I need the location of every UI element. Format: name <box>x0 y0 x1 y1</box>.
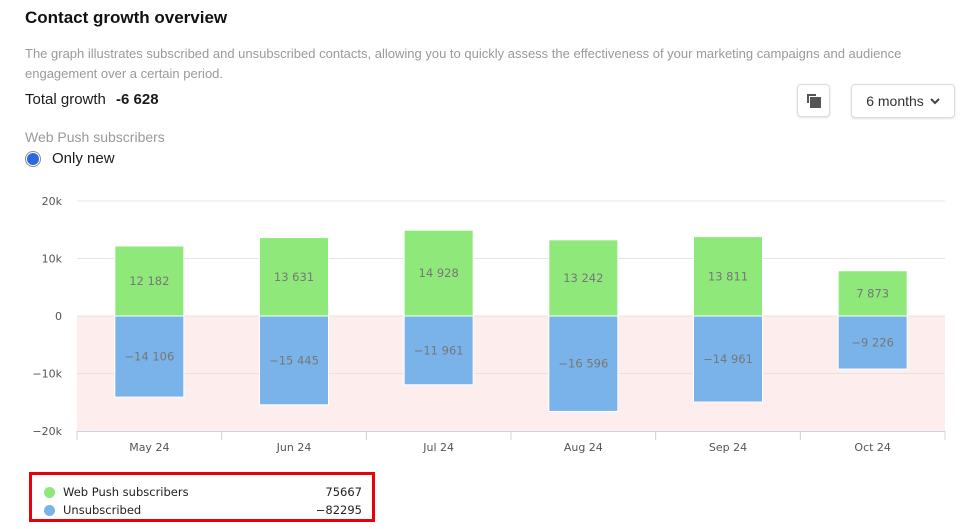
total-growth-label: Total growth <box>25 91 106 108</box>
y-tick-label: −10k <box>32 368 62 381</box>
legend-swatch-unsubscribed <box>44 504 55 516</box>
x-tick-label: Sep 24 <box>709 441 747 454</box>
period-select-label: 6 months <box>866 93 924 109</box>
only-new-radio[interactable]: Only new <box>25 150 115 167</box>
radio-selected-dot <box>27 152 39 165</box>
x-tick-label: Aug 24 <box>564 441 603 454</box>
copy-icon <box>807 94 821 108</box>
legend-swatch-subscribers <box>44 486 55 498</box>
y-tick-label: −20k <box>32 425 62 438</box>
data-label: 13 811 <box>708 269 748 283</box>
copy-button[interactable] <box>797 84 830 117</box>
legend-name: Unsubscribed <box>63 503 142 517</box>
data-label: −14 961 <box>703 352 753 366</box>
contact-growth-chart: 20k 10k 0 −10k −20k 12 182 −14 106 May 24 13 631… <box>32 195 946 454</box>
x-tick-label: Jun 24 <box>276 441 312 454</box>
data-label: −16 596 <box>558 357 608 371</box>
legend-name: Web Push subscribers <box>63 485 189 499</box>
total-growth-value: -6 628 <box>116 91 159 108</box>
data-label: −15 445 <box>269 353 319 367</box>
x-tick-label: Jul 24 <box>422 441 454 454</box>
data-label: 12 182 <box>129 274 169 288</box>
chart-legend: Web Push subscribers 75667 Unsubscribed … <box>29 472 375 522</box>
data-label: 13 242 <box>563 271 603 285</box>
legend-total: −82295 <box>315 503 362 517</box>
data-label: 14 928 <box>419 266 459 280</box>
radio-button[interactable] <box>25 150 41 167</box>
subscribers-section-label: Web Push subscribers <box>25 129 165 145</box>
data-label: −14 106 <box>124 350 174 364</box>
legend-item-unsubscribed[interactable]: Unsubscribed −82295 <box>44 501 362 519</box>
legend-total: 75667 <box>325 485 362 499</box>
x-tick-label: May 24 <box>129 441 169 454</box>
data-label: −9 226 <box>851 336 894 350</box>
page-title: Contact growth overview <box>25 8 228 27</box>
period-select[interactable]: 6 months <box>851 84 955 118</box>
data-label: 13 631 <box>274 270 314 284</box>
total-growth: Total growth -6 628 <box>25 91 159 108</box>
y-tick-label: 20k <box>42 195 63 208</box>
data-label: −11 961 <box>414 343 464 357</box>
y-tick-label: 10k <box>42 253 63 266</box>
data-label: 7 873 <box>856 286 889 300</box>
chevron-down-icon <box>930 97 940 104</box>
legend-item-subscribers[interactable]: Web Push subscribers 75667 <box>44 483 362 501</box>
x-tick-label: Oct 24 <box>854 441 891 454</box>
only-new-label: Only new <box>52 150 115 167</box>
y-tick-label: 0 <box>55 310 62 323</box>
page-description: The graph illustrates subscribed and uns… <box>25 46 902 81</box>
